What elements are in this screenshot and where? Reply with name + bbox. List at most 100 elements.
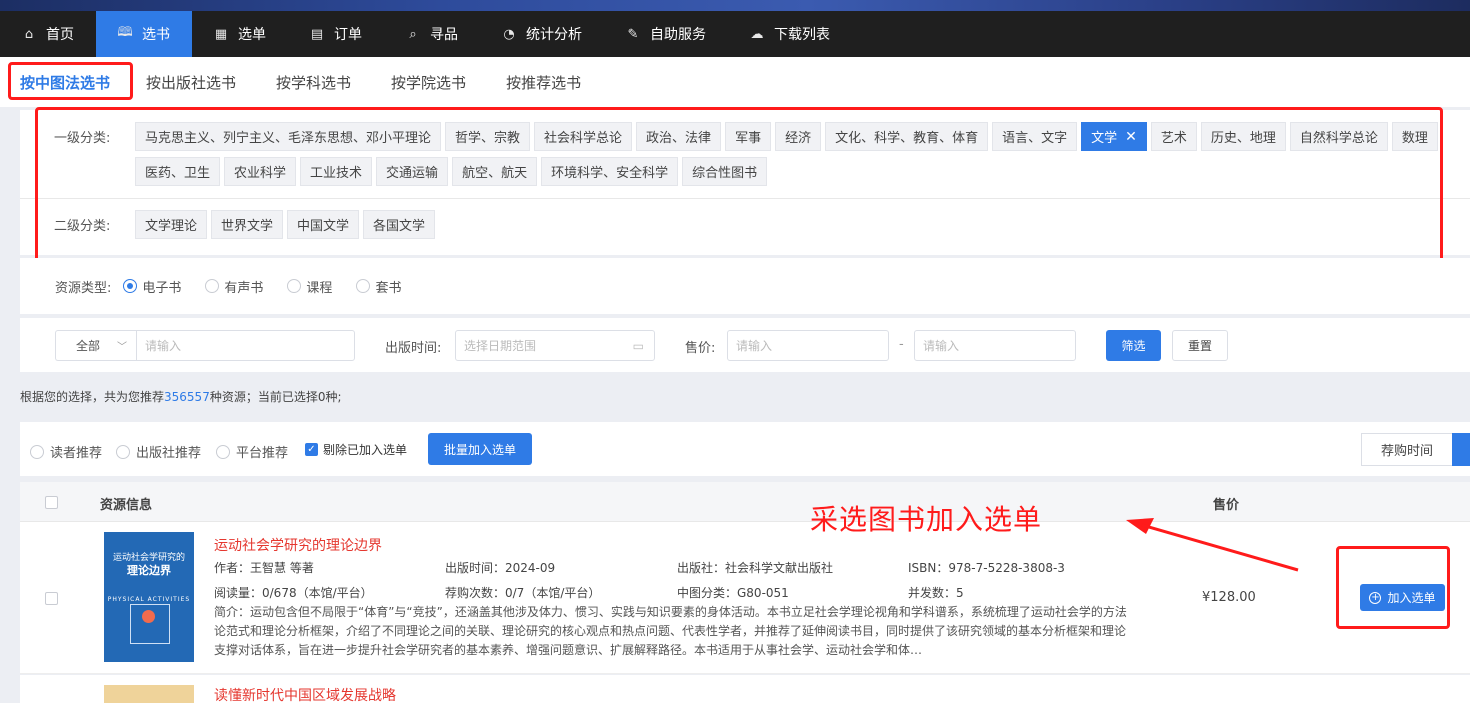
list-toolbar: 读者推荐 出版社推荐 平台推荐 ✓ 剔除已加入选单 批量加入选单 荐购时间: [20, 422, 1470, 476]
book-publisher: 出版社：社会科学文献出版社: [677, 561, 834, 575]
chip-label: 艺术: [1160, 131, 1187, 146]
chip-label: 医药、卫生: [145, 166, 211, 182]
category-chip[interactable]: 数理: [1391, 122, 1438, 151]
subcategory-chip[interactable]: 中国文学: [287, 210, 360, 239]
summary-suffix: 种;: [325, 390, 342, 404]
category-chip[interactable]: 军事: [725, 122, 772, 151]
nav-selection-list[interactable]: ▦ 选单: [192, 11, 288, 57]
table-row: 读懂新时代中国区域发展战略: [20, 675, 1470, 703]
subcategory-chip[interactable]: 各国文学: [363, 210, 436, 239]
arrow-line: [1141, 523, 1299, 572]
category-chip[interactable]: 历史、地理: [1200, 122, 1286, 151]
cover-subtitle: PHYSICAL ACTIVITIES: [107, 596, 191, 603]
book-price: ¥128.00: [1202, 590, 1256, 605]
select-all-checkbox[interactable]: [45, 496, 58, 509]
level1-label: 一级分类:: [54, 131, 111, 146]
sort-by-recommend-time[interactable]: 荐购时间: [1361, 433, 1453, 466]
price-separator: -: [899, 337, 904, 352]
chip-label: 各国文学: [373, 219, 426, 234]
nav-statistics[interactable]: ◔ 统计分析: [480, 11, 604, 57]
filter-button[interactable]: 筛选: [1106, 330, 1161, 361]
category-chip[interactable]: 文学 ✕: [1081, 122, 1147, 151]
book-pubtime: 出版时间：2024-09: [445, 561, 556, 575]
scope-select[interactable]: 全部 ﹀: [55, 330, 137, 361]
category-chip[interactable]: 工业技术: [300, 157, 373, 187]
pubtime-input[interactable]: 选择日期范围 ▭: [455, 330, 655, 361]
book-concurrency: 并发数：5: [908, 586, 964, 600]
nav-select-books[interactable]: 🕮 选书: [96, 11, 192, 57]
radio-publisher-recommend[interactable]: 出版社推荐: [116, 442, 201, 461]
category-chip[interactable]: 环境科学、安全科学: [541, 157, 679, 187]
cloud-download-icon: ☁: [750, 26, 764, 42]
chart-clock-icon: ◔: [503, 26, 515, 42]
add-to-list-button[interactable]: + 加入选单: [1360, 584, 1445, 611]
book-recommend-count: 荐购次数：0/7（本馆/平台）: [445, 586, 601, 600]
tab-by-publisher[interactable]: 按出版社选书: [146, 72, 236, 93]
nav-self-service[interactable]: ✎ 自助服务: [604, 11, 728, 57]
nav-orders[interactable]: ▤ 订单: [288, 11, 384, 57]
category-chip[interactable]: 语言、文字: [992, 122, 1078, 151]
radio-platform-recommend[interactable]: 平台推荐: [216, 442, 288, 461]
nav-home[interactable]: ⌂ 首页: [0, 11, 96, 57]
nav-downloads[interactable]: ☁ 下载列表: [728, 11, 852, 57]
category-chip[interactable]: 交通运输: [376, 157, 449, 187]
category-chip[interactable]: 马克思主义、列宁主义、毛泽东思想、邓小平理论: [135, 122, 442, 151]
row-checkbox[interactable]: [45, 592, 58, 605]
price-max-placeholder: 请输入: [923, 339, 960, 353]
radio-ebook[interactable]: 电子书: [123, 277, 181, 296]
book-cover[interactable]: 运动社会学研究的 理论边界 PHYSICAL ACTIVITIES: [104, 532, 194, 662]
category-chip[interactable]: 经济: [775, 122, 822, 151]
pubtime-placeholder: 选择日期范围: [464, 339, 537, 353]
category-chip[interactable]: 哲学、宗教: [445, 122, 531, 151]
nav-search-products[interactable]: ⌕ 寻品: [384, 11, 480, 57]
tab-by-clc[interactable]: 按中图法选书: [20, 72, 110, 93]
category-chip[interactable]: 自然科学总论: [1289, 122, 1388, 151]
book-intro: 简介：运动包含但不局限于“体育”与“竞技”，还涵盖其他涉及体力、惯习、实践与知识…: [214, 605, 1127, 657]
subcategory-chip[interactable]: 文学理论: [135, 210, 208, 239]
pubtime-label: 出版时间:: [385, 341, 442, 356]
category-chip[interactable]: 艺术: [1150, 122, 1197, 151]
close-icon[interactable]: ✕: [1125, 129, 1137, 145]
subcategory-chip[interactable]: 世界文学: [211, 210, 284, 239]
radio-reader-recommend[interactable]: 读者推荐: [30, 442, 102, 461]
checkbox-label: 剔除已加入选单: [323, 443, 408, 457]
nav-label: 首页: [46, 27, 74, 43]
chip-label: 自然科学总论: [1299, 131, 1378, 146]
sort-secondary-button[interactable]: [1452, 433, 1470, 466]
radio-label: 课程: [306, 280, 333, 296]
category-chip[interactable]: 航空、航天: [452, 157, 538, 187]
book-title[interactable]: 读懂新时代中国区域发展战略: [214, 685, 396, 703]
plus-circle-icon: +: [1369, 591, 1382, 604]
price-max-input[interactable]: 请输入: [914, 330, 1076, 361]
calendar-icon: ▭: [632, 338, 644, 353]
radio-bookset[interactable]: 套书: [356, 277, 401, 296]
keyword-input[interactable]: 请输入: [136, 330, 355, 361]
radio-audiobook[interactable]: 有声书: [205, 277, 263, 296]
chevron-down-icon: ﹀: [117, 342, 127, 353]
reset-button[interactable]: 重置: [1172, 330, 1228, 361]
exclude-added-checkbox[interactable]: ✓ 剔除已加入选单: [305, 441, 407, 458]
category-chip[interactable]: 社会科学总论: [534, 122, 633, 151]
radio-circle: [216, 444, 230, 459]
category-chip[interactable]: 综合性图书: [682, 157, 768, 187]
summary-middle: 种资源；当前已选择: [209, 390, 318, 404]
tab-by-subject[interactable]: 按学科选书: [276, 72, 351, 93]
tab-by-college[interactable]: 按学院选书: [391, 72, 466, 93]
edit-icon: ✎: [627, 26, 639, 42]
nav-label: 选单: [238, 27, 266, 43]
result-count: 356557: [164, 390, 210, 404]
tab-by-recommendation[interactable]: 按推荐选书: [506, 72, 581, 93]
radio-course[interactable]: 课程: [287, 277, 332, 296]
chip-label: 中国文学: [297, 219, 350, 234]
category-chip[interactable]: 农业科学: [224, 157, 297, 187]
book-title[interactable]: 运动社会学研究的理论边界: [214, 535, 382, 555]
category-chip[interactable]: 文化、科学、教育、体育: [825, 122, 989, 151]
chip-label: 综合性图书: [692, 166, 758, 182]
top-banner-strip: [0, 0, 1470, 11]
book-cover[interactable]: [104, 685, 194, 703]
category-chip[interactable]: 政治、法律: [636, 122, 722, 151]
price-min-input[interactable]: 请输入: [727, 330, 889, 361]
category-chip[interactable]: 医药、卫生: [135, 157, 221, 187]
col-resource-info: 资源信息: [100, 498, 153, 513]
batch-add-button[interactable]: 批量加入选单: [428, 433, 532, 465]
